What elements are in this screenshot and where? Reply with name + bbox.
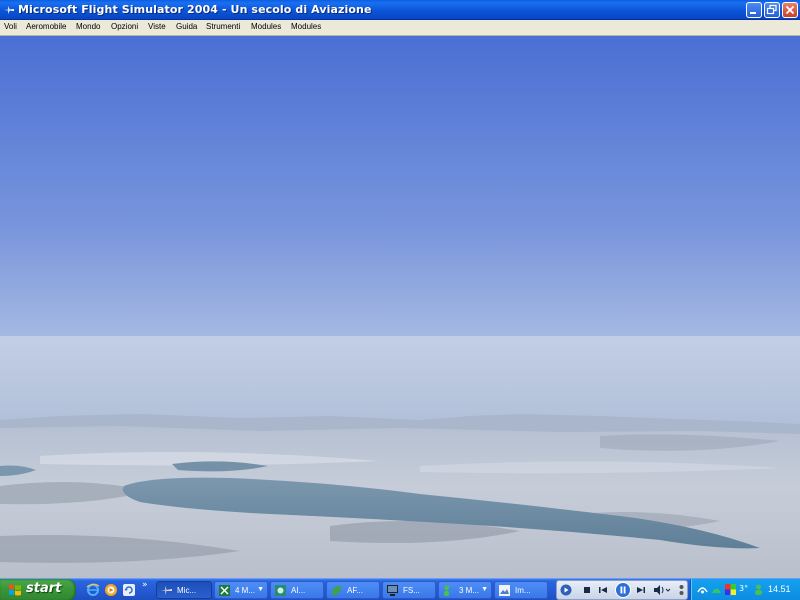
media-options-icon[interactable] [677, 584, 686, 596]
minimize-button[interactable] [746, 2, 762, 18]
taskbar-button-fs[interactable]: FS... [382, 581, 436, 599]
plane-icon [161, 586, 172, 595]
refresh-icon[interactable] [122, 583, 136, 597]
plane-icon [4, 6, 14, 14]
color-icon[interactable] [725, 584, 736, 595]
network-icon[interactable] [697, 584, 708, 595]
stop-icon[interactable] [581, 584, 593, 596]
excel-icon [219, 585, 230, 596]
restore-icon [766, 4, 777, 15]
temperature-readout[interactable]: 3° [739, 584, 748, 593]
title-bar[interactable]: Microsoft Flight Simulator 2004 - Un sec… [0, 0, 800, 20]
quick-launch-overflow[interactable]: » [142, 580, 148, 590]
window-title: Microsoft Flight Simulator 2004 - Un sec… [18, 3, 372, 16]
menu-mondo[interactable]: Mondo [76, 22, 100, 31]
clock[interactable]: 14.51 [768, 584, 791, 594]
menu-viste[interactable]: Viste [148, 22, 166, 31]
minimize-icon [750, 12, 756, 14]
close-button[interactable] [782, 2, 798, 18]
taskbar-button-af[interactable]: AF... [326, 581, 380, 599]
menu-bar: Voli Aeromobile Mondo Opzioni Viste Guid… [0, 20, 800, 36]
flight-view[interactable] [0, 36, 800, 578]
monitor-icon [387, 585, 398, 596]
windows-flag-icon [9, 584, 21, 596]
messenger-icon [444, 585, 453, 596]
taskbar: start » Mic... 4 M... ▼ AI... AF... FS..… [0, 578, 800, 600]
system-tray: 3° 14.51 [690, 579, 800, 600]
taskbar-button-image[interactable]: Im... [494, 581, 548, 599]
ie-icon[interactable] [86, 583, 100, 597]
play-icon[interactable] [560, 584, 572, 596]
start-button[interactable]: start [0, 579, 76, 600]
menu-opzioni[interactable]: Opzioni [111, 22, 138, 31]
user-icon[interactable] [753, 584, 764, 595]
app-icon [275, 585, 286, 596]
taskbar-button-ai[interactable]: AI... [270, 581, 324, 599]
leaf-icon [332, 586, 341, 595]
menu-aeromobile[interactable]: Aeromobile [26, 22, 66, 31]
start-label: start [26, 581, 62, 596]
next-icon[interactable] [635, 584, 647, 596]
scenery-render [0, 36, 800, 578]
menu-guida[interactable]: Guida [176, 22, 197, 31]
media-player-toolbar [556, 580, 688, 600]
taskbar-button-excel-group[interactable]: 4 M... ▼ [214, 581, 268, 599]
image-icon [499, 585, 510, 596]
menu-voli[interactable]: Voli [4, 22, 17, 31]
menu-strumenti[interactable]: Strumenti [206, 22, 240, 31]
media-icon[interactable] [104, 583, 118, 597]
close-icon [785, 5, 795, 15]
menu-modules-1[interactable]: Modules [251, 22, 281, 31]
prev-icon[interactable] [597, 584, 609, 596]
wifi-icon[interactable] [711, 584, 722, 595]
volume-icon[interactable] [653, 584, 671, 596]
pause-icon[interactable] [615, 582, 631, 598]
chevron-down-icon: ▼ [481, 586, 488, 593]
taskbar-button-messenger-group[interactable]: 3 M... ▼ [438, 581, 492, 599]
restore-button[interactable] [764, 2, 780, 18]
menu-modules-2[interactable]: Modules [291, 22, 321, 31]
chevron-down-icon: ▼ [257, 586, 264, 593]
taskbar-button-flightsim[interactable]: Mic... [156, 581, 212, 599]
